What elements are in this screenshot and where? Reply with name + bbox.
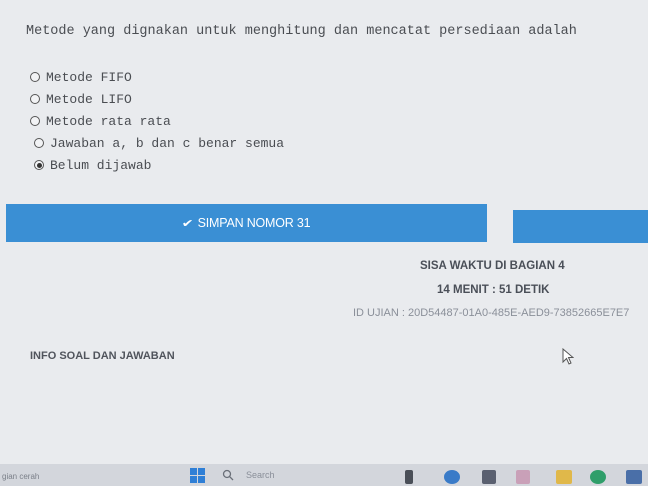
- browser-icon[interactable]: [590, 470, 606, 484]
- option-a[interactable]: Metode FIFO: [30, 66, 284, 88]
- radio-option-unanswered[interactable]: [34, 160, 44, 170]
- search-placeholder: Search: [246, 470, 275, 480]
- taskbar-app-icon[interactable]: [626, 470, 642, 484]
- timer-title: SISA WAKTU DI BAGIAN 4: [420, 260, 565, 272]
- timer-value: 14 MENIT : 51 DETIK: [437, 284, 550, 296]
- option-label: Metode FIFO: [46, 69, 132, 85]
- option-label: Jawaban a, b dan c benar semua: [50, 135, 285, 151]
- chevron-down-icon: ✔: [181, 217, 193, 230]
- info-section-title: INFO SOAL DAN JAWABAN: [30, 350, 175, 362]
- taskbar-app-icon[interactable]: [516, 470, 530, 484]
- exam-id: ID UJIAN : 20D54487-01A0-485E-AED9-73852…: [353, 307, 630, 319]
- mouse-cursor-icon: [562, 348, 574, 365]
- radio-option-c[interactable]: [30, 116, 40, 126]
- option-unanswered[interactable]: Belum dijawab: [30, 154, 284, 176]
- option-c[interactable]: Metode rata rata: [30, 110, 284, 132]
- radio-option-b[interactable]: [30, 94, 40, 104]
- windows-start-icon[interactable]: [190, 468, 206, 484]
- next-button[interactable]: [513, 210, 648, 243]
- save-answer-button[interactable]: ✔ SIMPAN NOMOR 31: [6, 204, 487, 242]
- answer-options: Metode FIFO Metode LIFO Metode rata rata…: [30, 66, 284, 176]
- radio-option-a[interactable]: [30, 72, 40, 82]
- weather-widget[interactable]: gian cerah: [2, 472, 39, 481]
- question-text: Metode yang dignakan untuk menghitung da…: [26, 24, 577, 39]
- taskbar-app-icon[interactable]: [405, 470, 413, 484]
- taskbar: gian cerah Search: [0, 464, 648, 486]
- taskbar-app-icon[interactable]: [444, 470, 460, 484]
- option-label: Belum dijawab: [50, 157, 152, 173]
- option-label: Metode rata rata: [46, 113, 171, 129]
- radio-option-d[interactable]: [34, 138, 44, 148]
- taskbar-search[interactable]: Search: [222, 467, 275, 483]
- save-button-label: SIMPAN NOMOR 31: [197, 216, 311, 230]
- taskbar-app-icon[interactable]: [482, 470, 496, 484]
- option-d[interactable]: Jawaban a, b dan c benar semua: [30, 132, 284, 154]
- option-b[interactable]: Metode LIFO: [30, 88, 284, 110]
- folder-icon[interactable]: [556, 470, 572, 484]
- option-label: Metode LIFO: [46, 91, 132, 107]
- search-icon: [222, 469, 234, 481]
